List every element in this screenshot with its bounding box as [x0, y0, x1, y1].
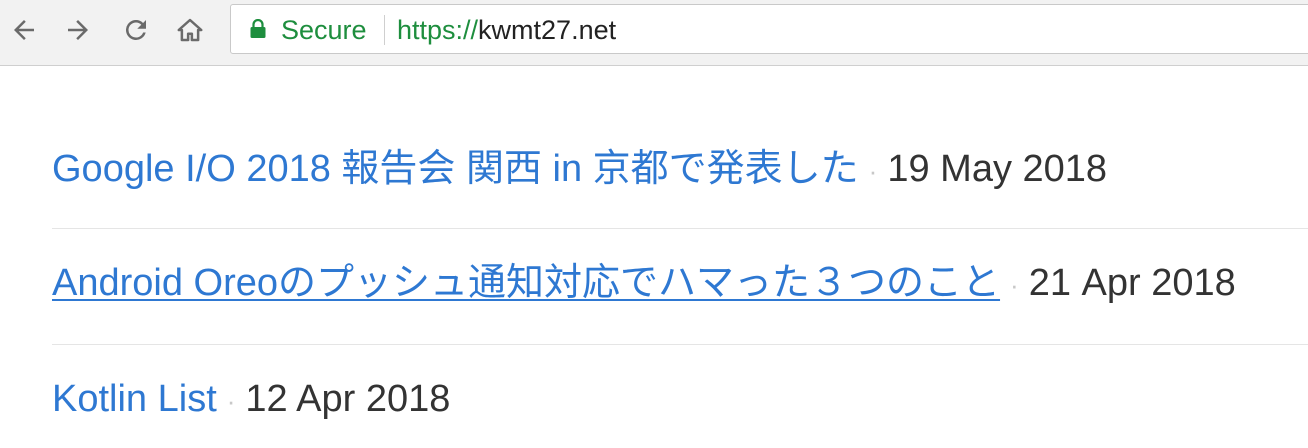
forward-button[interactable] — [58, 10, 98, 50]
url-scheme: https:// — [397, 15, 479, 45]
post-date: 19 May 2018 — [887, 148, 1108, 190]
list-item: Android Oreoのプッシュ通知対応でハマった３つのこと · 21 Apr 2… — [52, 261, 1308, 307]
forward-arrow-icon — [68, 20, 88, 40]
lock-icon — [250, 19, 266, 38]
list-item: Kotlin List · 12 Apr 2018 — [52, 377, 1308, 423]
address-bar[interactable]: Secure https://kwmt27.net — [230, 4, 1308, 54]
reload-icon — [126, 19, 146, 40]
browser-toolbar: Secure https://kwmt27.net — [0, 0, 1308, 66]
list-divider — [52, 344, 1308, 345]
back-arrow-icon — [14, 20, 34, 40]
post-title-link[interactable]: Android Oreoのプッシュ通知対応でハマった３つのこと — [52, 262, 1000, 304]
omnibox-divider — [384, 15, 385, 45]
list-divider — [52, 228, 1308, 229]
secure-label[interactable]: Secure — [281, 15, 367, 45]
reload-button[interactable] — [116, 10, 156, 50]
separator-dot: · — [226, 385, 236, 416]
home-icon — [177, 18, 203, 42]
post-title-link[interactable]: Google I/O 2018 報告会 関西 in 京都で発表した — [52, 148, 859, 190]
back-button[interactable] — [4, 10, 44, 50]
post-date: 21 Apr 2018 — [1028, 262, 1236, 304]
url-text[interactable]: https://kwmt27.net — [397, 15, 616, 45]
url-host: kwmt27.net — [478, 15, 617, 45]
separator-dot: · — [1010, 269, 1019, 300]
post-date: 12 Apr 2018 — [245, 378, 451, 420]
list-item: Google I/O 2018 報告会 関西 in 京都で発表した · 19 May… — [52, 147, 1308, 193]
post-title-link[interactable]: Kotlin List — [52, 378, 217, 420]
separator-dot: · — [868, 155, 878, 186]
home-button[interactable] — [170, 10, 210, 50]
